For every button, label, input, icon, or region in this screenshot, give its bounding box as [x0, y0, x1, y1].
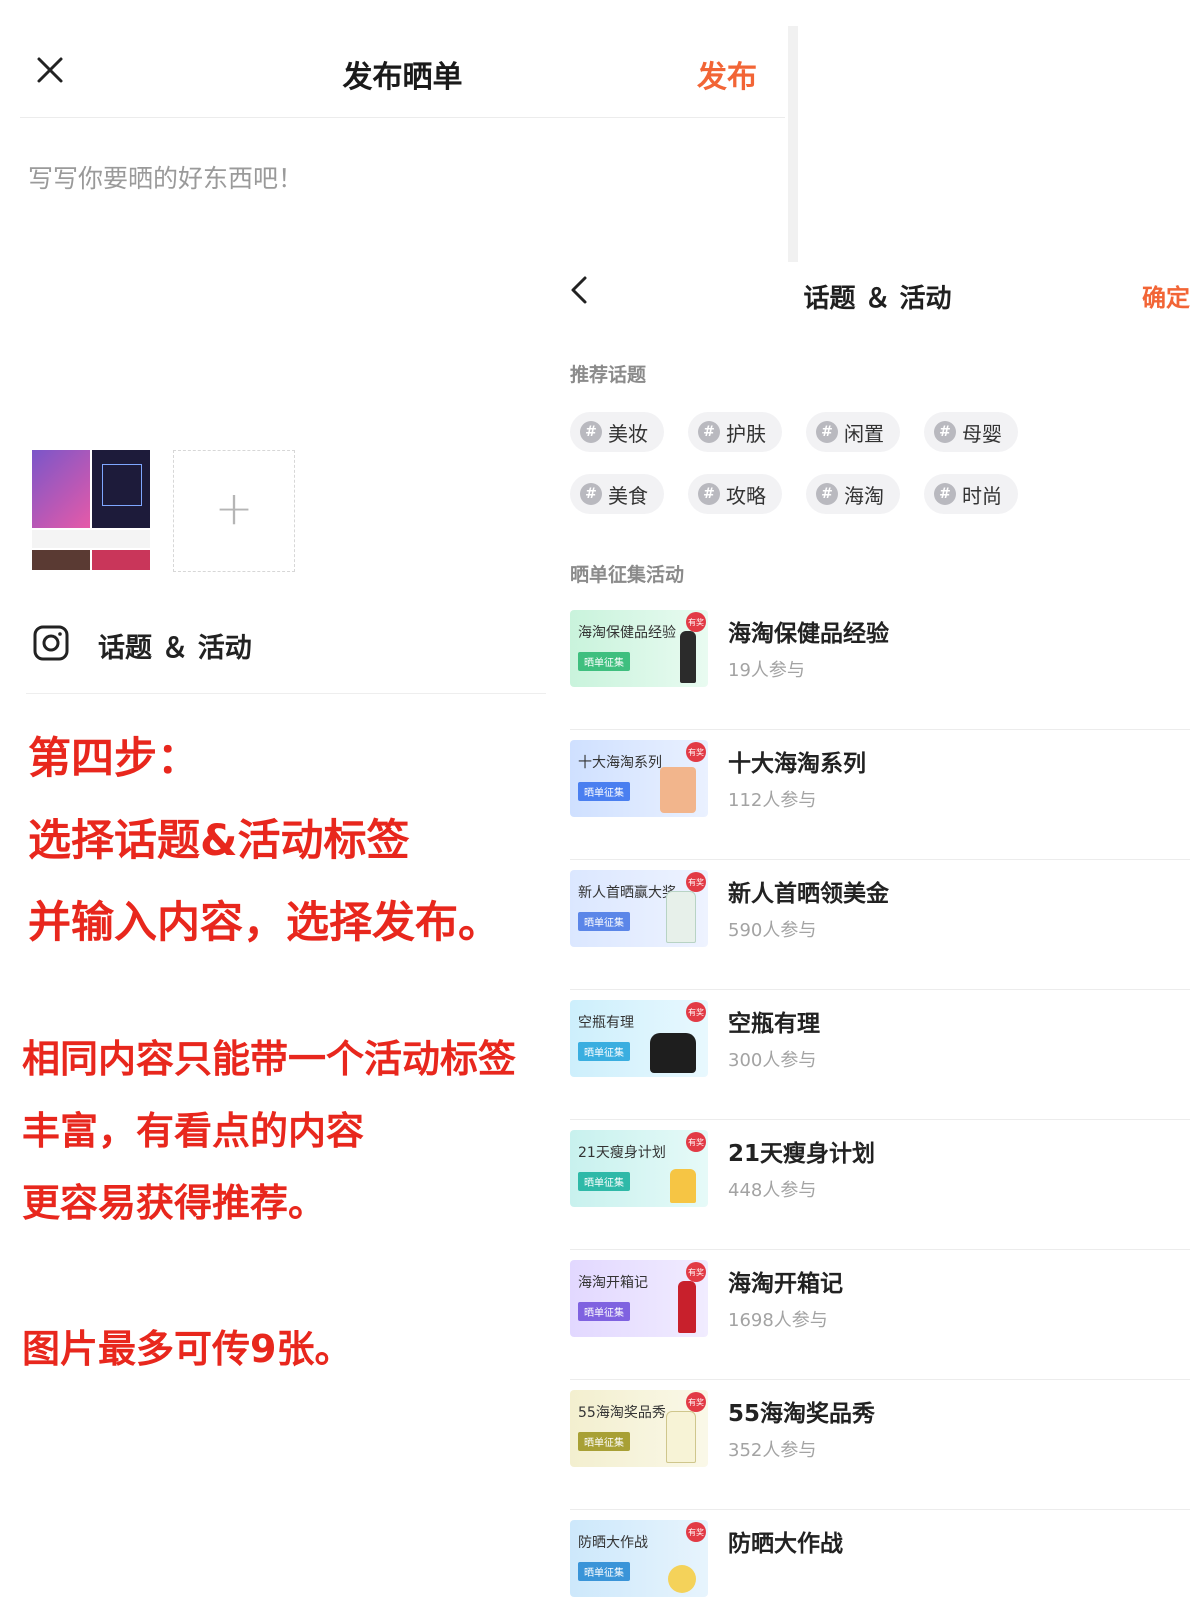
hashtag-icon: #	[580, 483, 602, 505]
activity-item[interactable]: 55海淘奖品秀 晒单征集 有奖 55海淘奖品秀 352人参与	[570, 1380, 1190, 1510]
confirm-button[interactable]: 确定	[1142, 278, 1190, 313]
tablet-image	[660, 767, 696, 813]
topic-tag[interactable]: # 美食	[570, 474, 664, 514]
topic-tag[interactable]: # 闲置	[806, 412, 900, 452]
topic-header: 话题 ＆ 活动 确定	[565, 272, 1190, 332]
activity-participants: 352人参与	[728, 1440, 817, 1461]
instruction-step: 第四步：	[28, 734, 200, 784]
topic-tag[interactable]: # 护肤	[688, 412, 782, 452]
award-badge: 有奖	[686, 1262, 706, 1282]
lipstick-image	[680, 631, 696, 683]
award-badge: 有奖	[686, 742, 706, 762]
activity-title: 防晒大作战	[728, 1531, 843, 1557]
sunscreen-image	[668, 1565, 696, 1593]
activity-thumbnail: 21天瘦身计划 晒单征集 有奖	[570, 1130, 708, 1207]
activity-thumbnail: 海淘开箱记 晒单征集 有奖	[570, 1260, 708, 1337]
activity-thumbnail: 海淘保健品经验 晒单征集 有奖	[570, 610, 708, 687]
hashtag-icon: #	[816, 483, 838, 505]
activity-participants: 112人参与	[728, 790, 817, 811]
page-title: 发布晒单	[342, 60, 463, 95]
lipstick-image	[678, 1281, 696, 1333]
activity-thumbnail: 防晒大作战 晒单征集 有奖	[570, 1520, 708, 1597]
activity-section-heading: 晒单征集活动	[570, 564, 685, 586]
hashtag-icon: #	[698, 483, 720, 505]
activity-thumbnail: 十大海淘系列 晒单征集 有奖	[570, 740, 708, 817]
activity-thumbnail: 55海淘奖品秀 晒单征集 有奖	[570, 1390, 708, 1467]
topic-tag[interactable]: # 攻略	[688, 474, 782, 514]
topic-tag[interactable]: # 母婴	[924, 412, 1018, 452]
activity-participants: 1698人参与	[728, 1310, 828, 1331]
topic-page-title: 话题 ＆ 活动	[803, 284, 952, 314]
award-badge: 有奖	[686, 1132, 706, 1152]
handbag-image	[650, 1033, 696, 1073]
activity-title: 十大海淘系列	[728, 751, 866, 777]
award-badge: 有奖	[686, 1002, 706, 1022]
activity-participants: 300人参与	[728, 1050, 817, 1071]
activity-title: 海淘保健品经验	[728, 621, 889, 647]
topic-activity-label: 话题 ＆ 活动	[98, 633, 252, 664]
award-badge: 有奖	[686, 612, 706, 632]
activity-thumbnail: 新人首晒赢大奖 晒单征集 有奖	[570, 870, 708, 947]
hashtag-icon: #	[580, 421, 602, 443]
award-badge: 有奖	[686, 1392, 706, 1412]
activity-item[interactable]: 海淘开箱记 晒单征集 有奖 海淘开箱记 1698人参与	[570, 1250, 1190, 1380]
instagram-camera-icon	[33, 625, 69, 661]
plus-icon: +	[214, 481, 254, 535]
activity-thumbnail: 空瓶有理 晒单征集 有奖	[570, 1000, 708, 1077]
cosmetics-image	[666, 1411, 696, 1463]
activity-item[interactable]: 十大海淘系列 晒单征集 有奖 十大海淘系列 112人参与	[570, 730, 1190, 860]
content-input[interactable]	[28, 148, 728, 208]
recommended-topics-heading: 推荐话题	[570, 364, 647, 386]
bottle-image	[666, 891, 696, 943]
activity-title: 55海淘奖品秀	[728, 1401, 876, 1427]
hashtag-icon: #	[934, 483, 956, 505]
award-badge: 有奖	[686, 872, 706, 892]
add-image-button[interactable]: +	[173, 450, 295, 572]
instruction-tip: 图片最多可传9张。	[22, 1327, 353, 1371]
activity-item[interactable]: 海淘保健品经验 晒单征集 有奖 海淘保健品经验 19人参与	[570, 600, 1190, 730]
activity-item[interactable]: 21天瘦身计划 晒单征集 有奖 21天瘦身计划 448人参与	[570, 1120, 1190, 1250]
hashtag-icon: #	[816, 421, 838, 443]
activity-participants: 19人参与	[728, 660, 805, 681]
publish-button[interactable]: 发布	[697, 52, 757, 96]
publish-header: 发布晒单 发布	[20, 28, 785, 118]
activity-item[interactable]: 防晒大作战 晒单征集 有奖 防晒大作战	[570, 1510, 1190, 1600]
hashtag-icon: #	[934, 421, 956, 443]
activity-item[interactable]: 空瓶有理 晒单征集 有奖 空瓶有理 300人参与	[570, 990, 1190, 1120]
hashtag-icon: #	[698, 421, 720, 443]
instruction-step-detail: 选择话题&活动标签	[28, 816, 410, 866]
activity-participants: 590人参与	[728, 920, 817, 941]
screen-divider	[788, 26, 798, 262]
award-badge: 有奖	[686, 1522, 706, 1542]
topic-tag[interactable]: # 美妆	[570, 412, 664, 452]
activity-list: 海淘保健品经验 晒单征集 有奖 海淘保健品经验 19人参与 十大海淘系列 晒单征…	[570, 600, 1190, 1600]
activity-title: 空瓶有理	[728, 1011, 820, 1037]
activity-participants: 448人参与	[728, 1180, 817, 1201]
supplement-image	[670, 1169, 696, 1203]
topic-tag[interactable]: # 时尚	[924, 474, 1018, 514]
activity-title: 21天瘦身计划	[728, 1141, 876, 1167]
topic-activity-selector[interactable]: 话题 ＆ 活动	[26, 612, 546, 694]
instruction-tip: 相同内容只能带一个活动标签	[22, 1037, 517, 1081]
activity-item[interactable]: 新人首晒赢大奖 晒单征集 有奖 新人首晒领美金 590人参与	[570, 860, 1190, 990]
activity-title: 新人首晒领美金	[728, 881, 889, 907]
instruction-tip: 更容易获得推荐。	[22, 1181, 327, 1225]
instruction-step-detail: 并输入内容，选择发布。	[28, 898, 501, 948]
topic-tag[interactable]: # 海淘	[806, 474, 900, 514]
instruction-tip: 丰富，有看点的内容	[22, 1109, 365, 1153]
activity-title: 海淘开箱记	[728, 1271, 843, 1297]
topic-tag-list: # 美妆 # 护肤 # 闲置 # 母婴 # 美食 # 攻略 # 海淘 # 时尚	[570, 412, 1110, 514]
uploaded-image-thumbnail[interactable]	[32, 450, 152, 570]
